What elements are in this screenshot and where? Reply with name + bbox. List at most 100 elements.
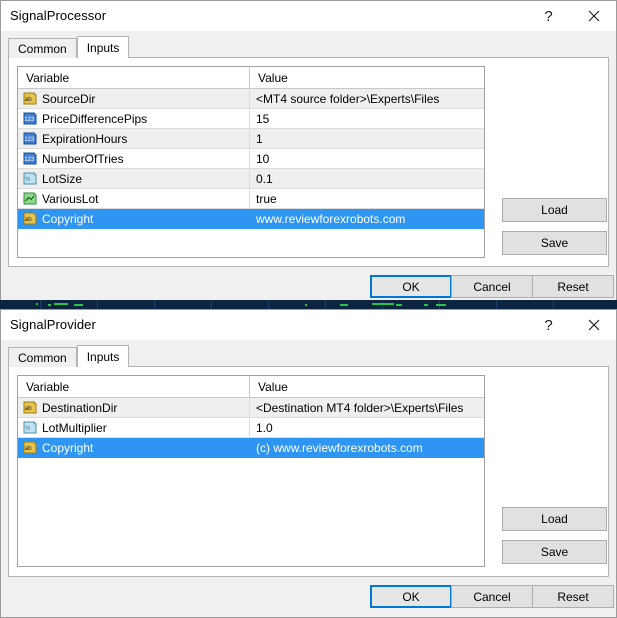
table-row-selected[interactable]: ab Copyright (c) www.reviewforexrobots.c… xyxy=(18,438,484,458)
grid-header-row: Variable Value xyxy=(18,376,484,398)
cell-value[interactable]: www.reviewforexrobots.com xyxy=(250,209,484,228)
table-row[interactable]: ½ LotMultiplier 1.0 xyxy=(18,418,484,438)
ok-button[interactable]: OK xyxy=(370,585,452,608)
tab-panel-inputs: Variable Value ab SourceDir <MT4 source … xyxy=(8,57,609,267)
cell-variable: 123 NumberOfTries xyxy=(18,149,250,168)
reset-button[interactable]: Reset xyxy=(532,585,614,608)
tabstrip: Common Inputs xyxy=(8,345,130,367)
variable-name: SourceDir xyxy=(42,91,96,106)
tab-panel-inputs: Variable Value ab DestinationDir <Destin… xyxy=(8,366,609,577)
variable-name: VariousLot xyxy=(42,191,99,206)
table-row[interactable]: ab SourceDir <MT4 source folder>\Experts… xyxy=(18,89,484,109)
close-icon[interactable] xyxy=(571,310,616,340)
window-title: SignalProvider xyxy=(10,317,96,332)
variable-name: Copyright xyxy=(42,440,94,455)
column-header-value[interactable]: Value xyxy=(250,67,484,88)
svg-text:123: 123 xyxy=(24,117,35,123)
table-row[interactable]: VariousLot true xyxy=(18,189,484,209)
cell-variable: ab DestinationDir xyxy=(18,398,250,417)
cell-variable: ab Copyright xyxy=(18,438,250,457)
variable-name: PriceDifferencePips xyxy=(42,111,148,126)
column-header-variable[interactable]: Variable xyxy=(18,67,250,88)
window-signalprovider: SignalProvider ? Common Inputs Variable xyxy=(0,309,617,618)
variable-name: Copyright xyxy=(42,211,94,226)
table-row[interactable]: ½ LotSize 0.1 xyxy=(18,169,484,189)
load-button[interactable]: Load xyxy=(502,198,607,222)
help-icon[interactable]: ? xyxy=(526,1,571,31)
svg-text:ab: ab xyxy=(25,405,33,412)
string-type-icon: ab xyxy=(23,92,37,105)
bool-type-icon xyxy=(23,192,37,205)
ok-button[interactable]: OK xyxy=(370,275,452,298)
reset-button[interactable]: Reset xyxy=(532,275,614,298)
cell-variable: VariousLot xyxy=(18,189,250,208)
titlebar-buttons: ? xyxy=(526,310,616,340)
desktop: SignalProcessor ? Common Inputs Variable xyxy=(0,0,617,618)
variable-name: DestinationDir xyxy=(42,400,118,415)
integer-type-icon: 123 xyxy=(23,132,37,145)
variable-name: LotSize xyxy=(42,171,83,186)
save-button[interactable]: Save xyxy=(502,540,607,564)
double-type-icon: ½ xyxy=(23,421,37,434)
integer-type-icon: 123 xyxy=(23,152,37,165)
tab-common[interactable]: Common xyxy=(8,347,77,367)
inputs-grid[interactable]: Variable Value ab SourceDir <MT4 source … xyxy=(17,66,485,258)
variable-name: ExpirationHours xyxy=(42,131,128,146)
tab-inputs[interactable]: Inputs xyxy=(76,36,130,58)
string-type-icon: ab xyxy=(23,401,37,414)
column-header-variable[interactable]: Variable xyxy=(18,376,250,397)
cell-variable: ½ LotSize xyxy=(18,169,250,188)
double-type-icon: ½ xyxy=(23,172,37,185)
cell-value[interactable]: 1 xyxy=(250,129,484,148)
cell-variable: ab SourceDir xyxy=(18,89,250,108)
titlebar-buttons: ? xyxy=(526,1,616,31)
window-signalprocessor: SignalProcessor ? Common Inputs Variable xyxy=(0,0,617,308)
table-row[interactable]: ab DestinationDir <Destination MT4 folde… xyxy=(18,398,484,418)
background-chart-strip xyxy=(0,300,617,309)
cell-variable: ab Copyright xyxy=(18,209,250,228)
svg-text:123: 123 xyxy=(24,137,35,143)
cancel-button[interactable]: Cancel xyxy=(451,585,533,608)
client-area: Common Inputs Variable Value ab Destinat… xyxy=(1,340,616,617)
cell-variable: 123 ExpirationHours xyxy=(18,129,250,148)
variable-name: NumberOfTries xyxy=(42,151,124,166)
titlebar: SignalProcessor ? xyxy=(1,1,616,31)
cell-value[interactable]: true xyxy=(250,189,484,208)
grid-header-row: Variable Value xyxy=(18,67,484,89)
integer-type-icon: 123 xyxy=(23,112,37,125)
string-type-icon: ab xyxy=(23,441,37,454)
tab-common[interactable]: Common xyxy=(8,38,77,58)
tab-inputs[interactable]: Inputs xyxy=(76,345,130,367)
load-button[interactable]: Load xyxy=(502,507,607,531)
cell-variable: ½ LotMultiplier xyxy=(18,418,250,437)
svg-text:ab: ab xyxy=(25,96,33,103)
svg-text:ab: ab xyxy=(25,216,33,223)
cell-value[interactable]: 15 xyxy=(250,109,484,128)
titlebar: SignalProvider ? xyxy=(1,310,616,340)
cell-value[interactable]: 10 xyxy=(250,149,484,168)
table-row[interactable]: 123 PriceDifferencePips 15 xyxy=(18,109,484,129)
cell-variable: 123 PriceDifferencePips xyxy=(18,109,250,128)
table-row-selected[interactable]: ab Copyright www.reviewforexrobots.com xyxy=(18,209,484,229)
svg-text:123: 123 xyxy=(24,157,35,163)
svg-text:½: ½ xyxy=(25,175,31,183)
cancel-button[interactable]: Cancel xyxy=(451,275,533,298)
svg-text:½: ½ xyxy=(25,424,31,432)
column-header-value[interactable]: Value xyxy=(250,376,484,397)
table-row[interactable]: 123 ExpirationHours 1 xyxy=(18,129,484,149)
cell-value[interactable]: 0.1 xyxy=(250,169,484,188)
table-row[interactable]: 123 NumberOfTries 10 xyxy=(18,149,484,169)
close-icon[interactable] xyxy=(571,1,616,31)
save-button[interactable]: Save xyxy=(502,231,607,255)
help-icon[interactable]: ? xyxy=(526,310,571,340)
client-area: Common Inputs Variable Value ab SourceDi… xyxy=(1,31,616,307)
cell-value[interactable]: 1.0 xyxy=(250,418,484,437)
variable-name: LotMultiplier xyxy=(42,420,107,435)
inputs-grid[interactable]: Variable Value ab DestinationDir <Destin… xyxy=(17,375,485,567)
window-title: SignalProcessor xyxy=(10,8,107,23)
tabstrip: Common Inputs xyxy=(8,36,130,58)
string-type-icon: ab xyxy=(23,212,37,225)
cell-value[interactable]: <Destination MT4 folder>\Experts\Files xyxy=(250,398,484,417)
cell-value[interactable]: (c) www.reviewforexrobots.com xyxy=(250,438,484,457)
cell-value[interactable]: <MT4 source folder>\Experts\Files xyxy=(250,89,484,108)
